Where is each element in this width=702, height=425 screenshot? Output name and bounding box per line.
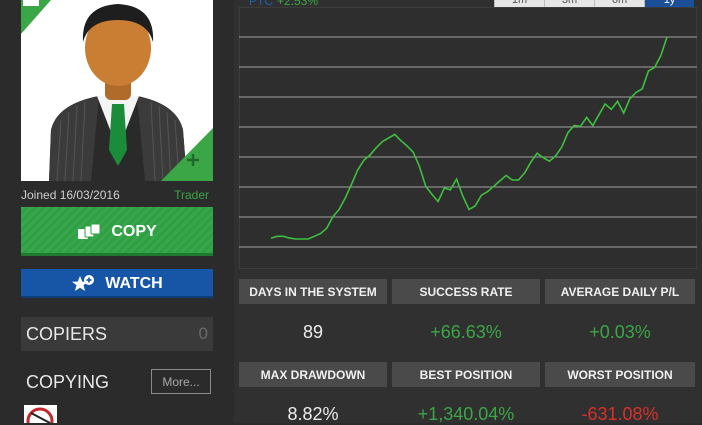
copy-icon (78, 223, 101, 239)
worst-value: -631.08% (581, 404, 659, 424)
success-value: +66.63% (430, 322, 502, 342)
performance-chart (239, 7, 697, 269)
copy-button[interactable]: COPY (21, 207, 213, 256)
copiers-panel: COPIERS 0 (21, 317, 213, 351)
copiers-label: COPIERS (26, 324, 108, 344)
joined-date: Joined 16/03/2016 (21, 188, 120, 202)
chart-background (239, 7, 697, 269)
avgpl-value: +0.03% (589, 322, 651, 342)
copying-label: COPYING (26, 372, 110, 392)
trader-role: Trader (174, 188, 209, 202)
star-plus-icon (72, 274, 95, 291)
best-header: BEST POSITION (392, 362, 540, 387)
watch-button[interactable]: WATCH (21, 269, 213, 298)
copied-trader-avatar[interactable] (24, 405, 57, 423)
worst-header: WORST POSITION (545, 362, 695, 387)
trader-avatar (21, 0, 213, 181)
drawdown-header: MAX DRAWDOWN (239, 362, 387, 387)
period-tabs: 1m 3m 6m 1y (494, 0, 694, 7)
watch-label: WATCH (105, 274, 163, 292)
success-header: SUCCESS RATE (392, 279, 540, 304)
tab-6m[interactable]: 6m (594, 0, 644, 7)
tab-1y[interactable]: 1y (644, 0, 694, 7)
sidebar: Joined 16/03/2016 Trader COPY WATCH COPI… (0, 0, 234, 423)
best-value: +1,340.04% (417, 404, 515, 424)
copiers-count: 0 (198, 324, 208, 343)
avgpl-header: AVERAGE DAILY P/L (545, 279, 695, 304)
drawdown-value: 8.82% (287, 404, 339, 424)
days-value: 89 (302, 322, 324, 342)
copy-label: COPY (111, 222, 157, 240)
tab-3m[interactable]: 3m (544, 0, 594, 7)
days-header: DAYS IN THE SYSTEM (239, 279, 387, 304)
tab-1m[interactable]: 1m (494, 0, 544, 7)
more-button[interactable]: More... (151, 369, 211, 394)
